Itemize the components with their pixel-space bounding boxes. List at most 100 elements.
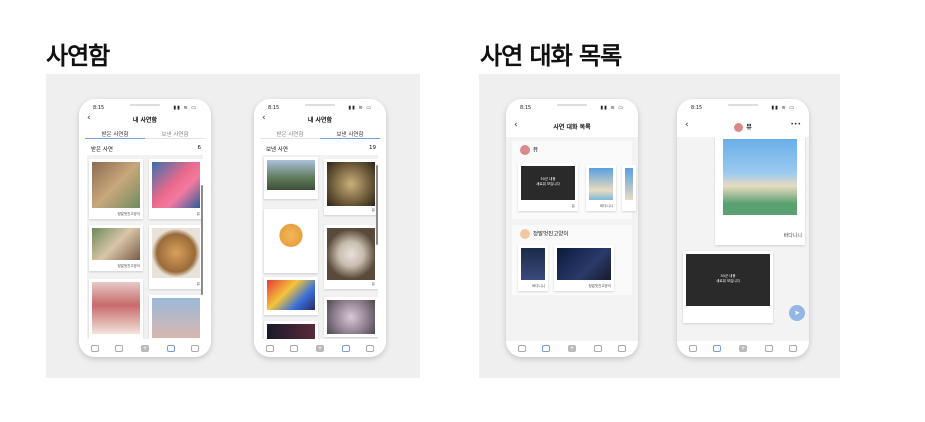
- beach-image: [589, 168, 613, 200]
- story-caption: 뮤: [371, 282, 375, 286]
- profile-icon[interactable]: [789, 345, 797, 352]
- story-card[interactable]: [264, 209, 318, 273]
- status-time: 8:15: [691, 105, 703, 111]
- status-icons: ▮▮ ≋ ▭: [771, 105, 795, 111]
- tab-received[interactable]: 받은 사연함: [85, 130, 145, 139]
- add-icon[interactable]: +: [739, 345, 747, 352]
- avatar: [734, 123, 744, 132]
- story-caption: 정말멋진고양이: [117, 212, 140, 216]
- chat-icon[interactable]: [542, 345, 550, 352]
- story-card[interactable]: [324, 297, 378, 337]
- header: ‹ 뮤 •••: [677, 119, 809, 133]
- tab-sent[interactable]: 보낸 사연함: [320, 130, 380, 139]
- inbox-icon[interactable]: [594, 345, 602, 352]
- thread-item[interactable]: 정말멋진고양이 바다니니 정말멋진고양이: [512, 225, 632, 295]
- home-icon[interactable]: [91, 345, 99, 352]
- story-card[interactable]: 정말멋진고양이: [89, 225, 143, 271]
- chat-icon[interactable]: [115, 345, 123, 352]
- tab-received[interactable]: 받은 사연함: [260, 130, 320, 138]
- tab-sent[interactable]: 보낸 사연함: [145, 130, 205, 138]
- more-icon[interactable]: •••: [790, 121, 801, 128]
- status-icons: ▮▮ ≋ ▭: [173, 105, 197, 111]
- scrollbar[interactable]: [201, 185, 203, 295]
- thread-name: 정말멋진고양이: [533, 231, 569, 238]
- count-label: 받은 사연: [91, 147, 113, 153]
- bottom-nav: +: [677, 341, 809, 357]
- header: ‹ 사연 대화 목록: [506, 119, 638, 133]
- chat-icon[interactable]: [290, 345, 298, 352]
- story-card[interactable]: 뮤: [149, 225, 203, 289]
- profile-icon[interactable]: [366, 345, 374, 352]
- story-card[interactable]: 정말멋진고양이: [89, 159, 143, 219]
- story-card[interactable]: [149, 295, 203, 339]
- message-card[interactable]: 30군 내용 새로워 보입니다: [683, 251, 773, 323]
- status-bar: 8:15 ▮▮ ≋ ▭: [520, 105, 624, 111]
- drink-image: [327, 162, 375, 206]
- night-sky-image: [557, 248, 611, 280]
- add-icon[interactable]: +: [316, 345, 324, 352]
- chat-icon[interactable]: [713, 345, 721, 352]
- story-card[interactable]: 뮤: [324, 159, 378, 215]
- story-card[interactable]: 뮤: [149, 159, 203, 219]
- dog-image: [327, 228, 375, 280]
- city-image: [267, 160, 315, 190]
- story-card[interactable]: 뮤: [324, 225, 378, 289]
- phone-sent-inbox: 8:15 ▮▮ ≋ ▭ ‹ 내 사연함 받은 사연함 보낸 사연함 보낸 사연 …: [254, 99, 386, 357]
- home-icon[interactable]: [518, 345, 526, 352]
- inbox-icon[interactable]: [342, 345, 350, 352]
- thread-item[interactable]: 뮤 30군 내용 새로워 보입니다 뮤 바다니니: [512, 141, 636, 219]
- story-grid: 정말멋진고양이 뮤 정말멋진고양이 뮤: [87, 155, 203, 339]
- bottom-nav: +: [79, 341, 211, 357]
- message-card[interactable]: 바다니니: [715, 137, 805, 245]
- anime-image: [92, 228, 140, 260]
- profile-icon[interactable]: [618, 345, 626, 352]
- scrollbar[interactable]: [376, 165, 378, 245]
- add-icon[interactable]: +: [568, 345, 576, 352]
- story-caption: 바다니니: [600, 204, 613, 208]
- status-icons: ▮▮ ≋ ▭: [600, 105, 624, 111]
- story-card[interactable]: [622, 165, 636, 211]
- story-caption: 뮤: [196, 212, 200, 216]
- story-caption: 정말멋진고양이: [588, 284, 611, 288]
- status-icons: ▮▮ ≋ ▭: [348, 105, 372, 111]
- beach-image: [723, 139, 797, 215]
- story-caption: 뮤: [571, 204, 575, 208]
- sky-image: [152, 298, 200, 338]
- story-card[interactable]: [264, 157, 318, 199]
- page-title: 내 사연함: [307, 117, 333, 124]
- profile-icon[interactable]: [191, 345, 199, 352]
- story-caption: 정말멋진고양이: [117, 264, 140, 268]
- section-title-conversations: 사연 대화 목록: [480, 42, 622, 70]
- inbox-icon[interactable]: [167, 345, 175, 352]
- header: ‹ 내 사연함: [254, 112, 386, 126]
- cake-image: [92, 282, 140, 334]
- phone-conversation-list: 8:15 ▮▮ ≋ ▭ ‹ 사연 대화 목록 뮤 30군 내용 새로워 보입니다…: [506, 99, 638, 357]
- inbox-icon[interactable]: [765, 345, 773, 352]
- home-icon[interactable]: [266, 345, 274, 352]
- story-card[interactable]: [264, 277, 318, 315]
- dark-image: [267, 324, 315, 339]
- story-card[interactable]: 30군 내용 새로워 보입니다 뮤: [518, 163, 578, 211]
- count-label: 보낸 사연: [266, 147, 288, 153]
- story-card[interactable]: 바다니니: [518, 245, 548, 291]
- phone-received-inbox: 8:15 ▮▮ ≋ ▭ ‹ 내 사연함 받은 사연함 보낸 사연함 받은 사연 …: [79, 99, 211, 357]
- thread-list: 뮤 30군 내용 새로워 보입니다 뮤 바다니니 정말멋진고양이 바다니니 정말…: [506, 137, 638, 341]
- header: ‹ 내 사연함: [79, 112, 211, 126]
- tab-bar: 받은 사연함 보낸 사연함: [85, 129, 205, 139]
- page-title: 사연 대화 목록: [553, 124, 591, 131]
- send-button[interactable]: ➤: [789, 305, 805, 321]
- add-icon[interactable]: +: [141, 345, 149, 352]
- chat-partner-name: 뮤: [746, 124, 752, 131]
- thread-header: 정말멋진고양이: [520, 229, 568, 239]
- section-title-inbox: 사연함: [46, 42, 110, 70]
- bottom-nav: +: [254, 341, 386, 357]
- story-card[interactable]: 바다니니: [586, 165, 616, 211]
- message-area: 바다니니 30군 내용 새로워 보입니다 ➤: [677, 137, 809, 341]
- status-time: 8:15: [93, 105, 105, 111]
- patrick-image: [152, 162, 200, 208]
- story-card[interactable]: [264, 321, 318, 339]
- count-value: 6: [197, 145, 202, 151]
- home-icon[interactable]: [689, 345, 697, 352]
- story-card[interactable]: 정말멋진고양이: [554, 245, 614, 291]
- story-card[interactable]: [89, 279, 143, 339]
